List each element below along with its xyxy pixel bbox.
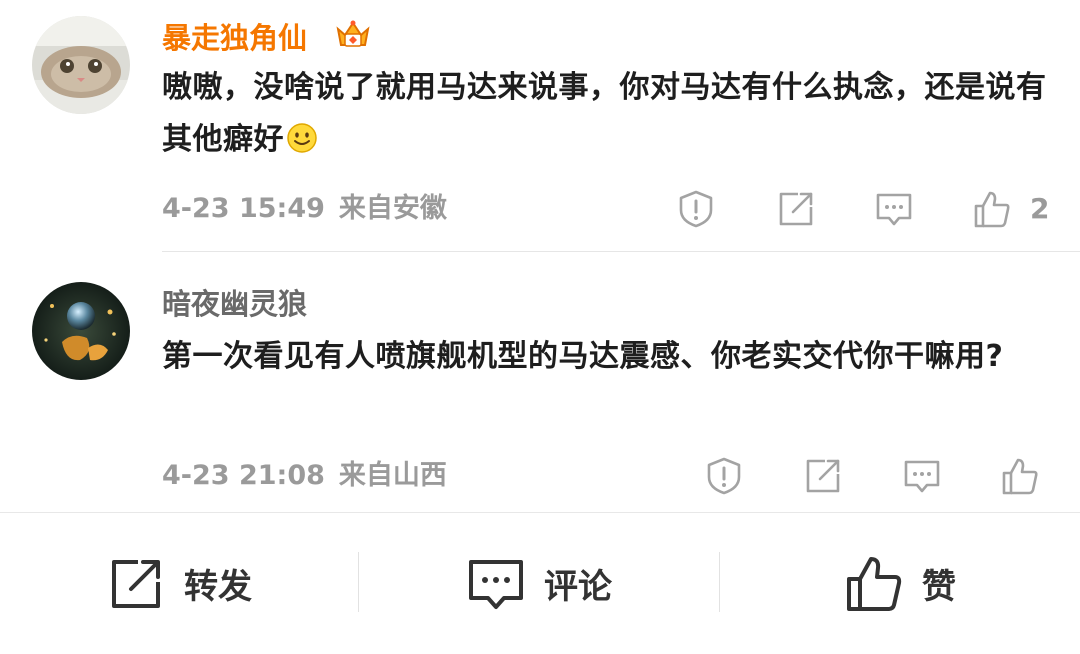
comment-label: 评论: [544, 567, 612, 607]
username[interactable]: 暗夜幽灵狼: [162, 284, 307, 324]
report-icon[interactable]: [704, 456, 744, 496]
repost-icon: [112, 559, 160, 608]
comment-item: 暴走独角仙 嗷嗷，没啥说了就用马达来说事，你对马达有什么执念，还是说有其他癖好 …: [0, 0, 1080, 252]
comment-button[interactable]: 评论: [359, 513, 719, 654]
smile-emoji-icon: [287, 123, 317, 153]
comment-meta: 4-23 21:08 来自山西: [162, 458, 447, 494]
comment-time: 4-23 21:08: [162, 460, 325, 491]
repost-label: 转发: [184, 567, 252, 607]
repost-icon[interactable]: [776, 189, 816, 229]
comment-icon[interactable]: [902, 456, 942, 496]
repost-icon[interactable]: [803, 456, 843, 496]
like-button[interactable]: 赞: [720, 513, 1080, 654]
user-avatar[interactable]: [32, 282, 130, 380]
cat-avatar-image: [32, 16, 130, 114]
comment-time: 4-23 15:49: [162, 193, 325, 224]
like-icon: [847, 556, 902, 611]
bottom-action-bar: 转发 评论 赞: [0, 513, 1080, 654]
comment-text: 第一次看见有人喷旗舰机型的马达震感、你老实交代你干嘛用?: [162, 339, 1004, 374]
like-icon[interactable]: [1000, 456, 1040, 496]
report-icon[interactable]: [676, 189, 716, 229]
comment-text: 嗷嗷，没啥说了就用马达来说事，你对马达有什么执念，还是说有其他癖好: [162, 70, 1047, 157]
like-count: 2: [1030, 192, 1050, 225]
repost-button[interactable]: 转发: [0, 513, 358, 654]
comment-meta: 4-23 15:49 来自安徽: [162, 191, 447, 227]
glass-sphere-avatar-image: [32, 282, 130, 380]
comment-location: 来自安徽: [338, 193, 447, 224]
comment-location: 来自山西: [338, 460, 447, 491]
like-icon[interactable]: [972, 189, 1012, 229]
vip-crown-icon: [333, 15, 373, 55]
like-label: 赞: [922, 567, 956, 607]
comment-icon: [469, 559, 523, 609]
comment-icon[interactable]: [874, 189, 914, 229]
user-avatar[interactable]: [32, 16, 130, 114]
comment-item: 暗夜幽灵狼 第一次看见有人喷旗舰机型的马达震感、你老实交代你干嘛用? 4-23 …: [0, 252, 1080, 512]
username[interactable]: 暴走独角仙: [162, 18, 307, 58]
